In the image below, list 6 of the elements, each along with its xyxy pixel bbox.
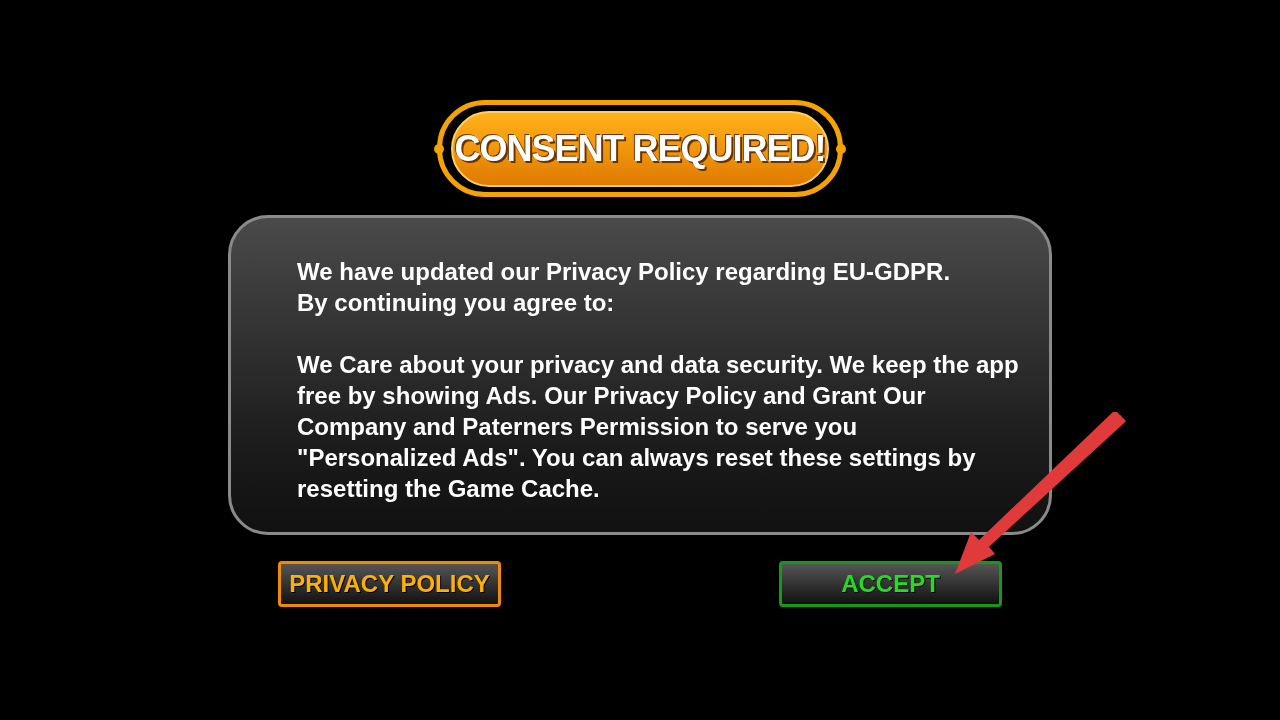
accept-button[interactable]: ACCEPT xyxy=(779,561,1002,607)
privacy-policy-button[interactable]: PRIVACY POLICY xyxy=(278,561,501,607)
dialog-text: By continuing you agree to: xyxy=(297,288,616,318)
dialog-title: CONSENT REQUIRED! xyxy=(451,110,829,187)
dialog-text: We Care about your privacy and data security. We keep the app free by showing Ads. Our Privacy Policy and Grant Our Company and Paterners Permission to serve you "Personalized Ads". You can always reset these settings by resetting the Game Cache. xyxy=(297,350,1020,504)
dialog-text: We have updated our Privacy Policy regarding EU-GDPR. xyxy=(297,257,952,287)
